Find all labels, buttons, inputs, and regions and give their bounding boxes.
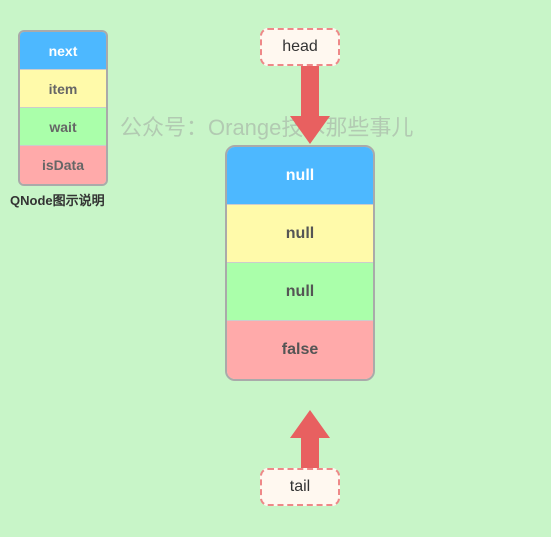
- qnode-next-row: null: [227, 147, 373, 205]
- qnode-block: null null null false: [225, 145, 375, 381]
- legend-isdata-label: isData: [42, 157, 84, 173]
- arrow-down: [290, 66, 330, 144]
- qnode-item-row: null: [227, 205, 373, 263]
- legend-item-label: item: [49, 81, 78, 97]
- qnode-item-label: null: [286, 225, 314, 243]
- qnode-isdata-row: false: [227, 321, 373, 379]
- legend-wait-row: wait: [20, 108, 106, 146]
- qnode-next-label: null: [286, 167, 314, 185]
- legend-next-row: next: [20, 32, 106, 70]
- arrow-head-up: [290, 410, 330, 438]
- head-text: head: [282, 38, 318, 56]
- qnode-isdata-label: false: [282, 341, 318, 359]
- legend-wait-label: wait: [49, 119, 76, 135]
- qnode-wait-row: null: [227, 263, 373, 321]
- legend-caption: QNode图示说明: [10, 190, 105, 209]
- watermark: 公众号：Orange技术那些事儿: [120, 110, 413, 142]
- qnode-wait-label: null: [286, 283, 314, 301]
- legend-item-row: item: [20, 70, 106, 108]
- arrow-shaft-down: [301, 66, 319, 116]
- tail-text: tail: [290, 478, 310, 496]
- tail-label: tail: [260, 468, 340, 506]
- legend-next-label: next: [49, 43, 78, 59]
- legend-box: next item wait isData: [18, 30, 108, 186]
- head-label: head: [260, 28, 340, 66]
- arrow-head-down: [290, 116, 330, 144]
- legend-isdata-row: isData: [20, 146, 106, 184]
